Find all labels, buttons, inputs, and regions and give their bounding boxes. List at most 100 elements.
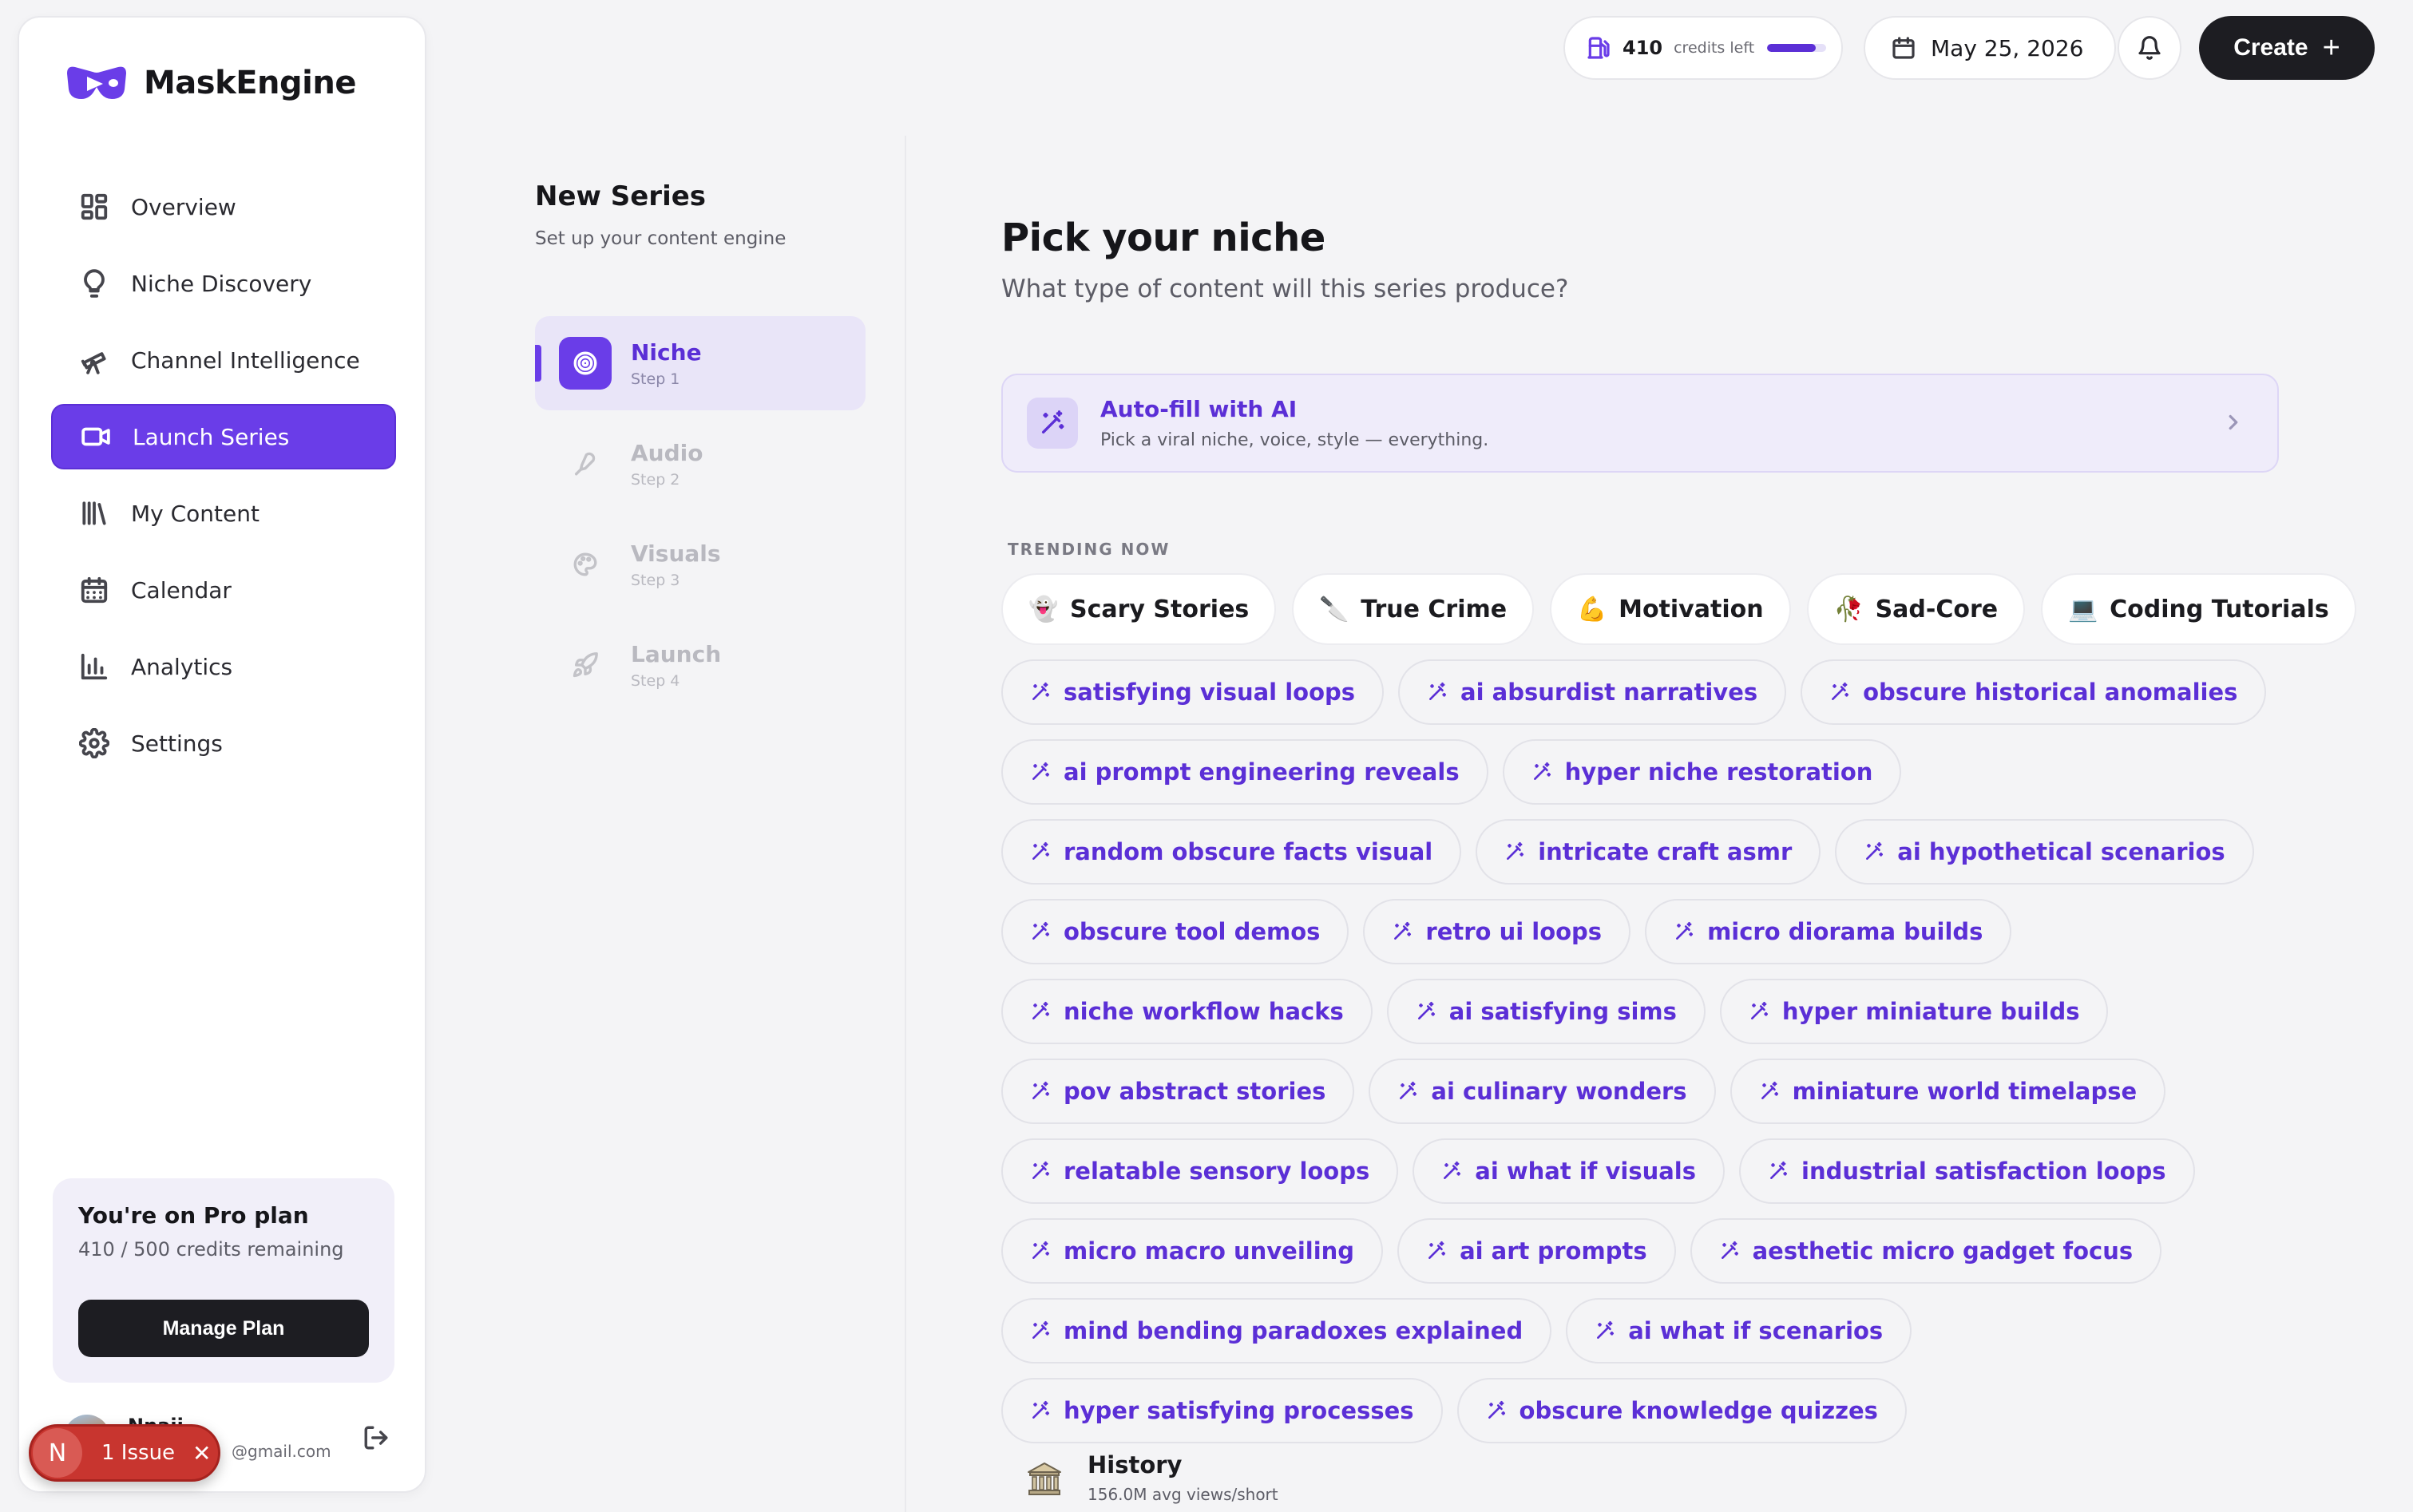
page-title: Pick your niche xyxy=(1001,216,1325,260)
step-niche[interactable]: Niche Step 1 xyxy=(535,316,866,410)
credits-progress xyxy=(1767,44,1827,52)
fuel-icon xyxy=(1587,37,1610,59)
suggestion-chip-label: industrial satisfaction loops xyxy=(1801,1158,2166,1185)
suggestion-chip[interactable]: mind bending paradoxes explained xyxy=(1001,1298,1552,1364)
close-icon[interactable]: ✕ xyxy=(192,1440,211,1466)
trending-chip-label: True Crime xyxy=(1361,595,1508,623)
sidebar-item-label: Analytics xyxy=(131,653,233,680)
magic-wand-icon xyxy=(1032,1161,1050,1179)
notifications-button[interactable] xyxy=(2118,16,2181,80)
suggestion-chip[interactable]: ai absurdist narratives xyxy=(1398,659,1787,725)
suggestion-chip[interactable]: miniature world timelapse xyxy=(1730,1059,2166,1124)
suggestion-chip[interactable]: ai what if visuals xyxy=(1413,1138,1725,1204)
sidebar-item-channel-intelligence[interactable]: Channel Intelligence xyxy=(51,327,396,393)
magic-wand-icon xyxy=(1761,1081,1778,1099)
trending-chip-sad-core[interactable]: 🥀 Sad-Core xyxy=(1806,573,2026,645)
suggestion-chip[interactable]: relatable sensory loops xyxy=(1001,1138,1399,1204)
issue-badge[interactable]: N 1 Issue ✕ xyxy=(29,1424,220,1482)
suggestion-chip[interactable]: ai art prompts xyxy=(1397,1218,1676,1284)
niche-card-history[interactable]: History 156.0M avg views/short xyxy=(1025,1451,1278,1504)
sidebar-item-label: Overview xyxy=(131,193,236,220)
suggestion-chip[interactable]: micro macro unveiling xyxy=(1001,1218,1384,1284)
suggestion-chip[interactable]: ai hypothetical scenarios xyxy=(1835,819,2254,885)
sidebar-item-overview[interactable]: Overview xyxy=(51,174,396,239)
trending-chip-true-crime[interactable]: 🔪 True Crime xyxy=(1292,573,1535,645)
suggestion-chip[interactable]: random obscure facts visual xyxy=(1001,819,1462,885)
sidebar-item-calendar[interactable]: Calendar xyxy=(51,557,396,623)
trending-chip-label: Sad-Core xyxy=(1875,595,1999,623)
suggestion-chip[interactable]: hyper miniature builds xyxy=(1719,979,2109,1044)
bell-icon xyxy=(2138,36,2161,60)
suggestion-chip-label: intricate craft asmr xyxy=(1538,838,1793,865)
step-audio[interactable]: Audio Step 2 xyxy=(535,417,866,511)
autofill-ai-button[interactable]: Auto-fill with AI Pick a viral niche, vo… xyxy=(1001,374,2279,473)
logo[interactable]: MaskEngine xyxy=(62,62,356,104)
lightbulb-icon xyxy=(78,267,110,299)
credits-value: 410 xyxy=(1623,37,1663,59)
magic-wand-icon xyxy=(1032,762,1050,780)
trending-chip-label: Scary Stories xyxy=(1070,595,1250,623)
gear-icon xyxy=(78,727,110,759)
create-button[interactable]: Create + xyxy=(2199,16,2375,80)
suggestion-chip[interactable]: hyper satisfying processes xyxy=(1001,1378,1443,1443)
trending-chip-coding-tutorials[interactable]: 💻 Coding Tutorials xyxy=(2041,573,2356,645)
suggestion-chip[interactable]: ai culinary wonders xyxy=(1369,1059,1716,1124)
magic-wand-icon xyxy=(1400,1081,1417,1099)
trending-chip-motivation[interactable]: 💪 Motivation xyxy=(1550,573,1791,645)
manage-plan-button[interactable]: Manage Plan xyxy=(78,1300,369,1357)
plan-title: You're on Pro plan xyxy=(78,1202,309,1229)
sidebar-item-my-content[interactable]: My Content xyxy=(51,481,396,546)
grid-icon xyxy=(78,191,110,223)
credits-indicator[interactable]: 410 credits left xyxy=(1563,16,1843,80)
suggestion-chip[interactable]: intricate craft asmr xyxy=(1476,819,1821,885)
suggestion-chip-label: hyper miniature builds xyxy=(1781,998,2080,1025)
series-title: New Series xyxy=(535,180,707,212)
magic-wand-icon xyxy=(1866,841,1884,860)
palette-icon xyxy=(559,538,612,591)
suggestion-chip[interactable]: ai satisfying sims xyxy=(1386,979,1706,1044)
suggestion-chip-label: hyper niche restoration xyxy=(1564,758,1873,786)
trending-chip-scary-stories[interactable]: 👻 Scary Stories xyxy=(1001,573,1277,645)
step-visuals[interactable]: Visuals Step 3 xyxy=(535,517,866,612)
sidebar-item-settings[interactable]: Settings xyxy=(51,710,396,776)
suggestion-chip[interactable]: satisfying visual loops xyxy=(1001,659,1385,725)
suggestion-chip-label: ai prompt engineering reveals xyxy=(1064,758,1460,786)
suggestion-chip-label: ai culinary wonders xyxy=(1431,1078,1687,1105)
step-name: Visuals xyxy=(631,540,721,567)
user-email: @gmail.com xyxy=(232,1442,331,1461)
magic-wand-icon xyxy=(1770,1161,1788,1179)
suggestion-chip-label: obscure historical anomalies xyxy=(1863,679,2238,706)
target-icon xyxy=(559,337,612,390)
suggestion-chip[interactable]: obscure knowledge quizzes xyxy=(1456,1378,1907,1443)
sidebar-item-label: Channel Intelligence xyxy=(131,346,360,374)
suggestion-chip-label: ai absurdist narratives xyxy=(1460,679,1758,706)
suggestion-chip[interactable]: ai what if scenarios xyxy=(1566,1298,1912,1364)
magic-wand-icon xyxy=(1032,841,1050,860)
suggestion-chip[interactable]: micro diorama builds xyxy=(1645,899,2012,964)
series-subtitle: Set up your content engine xyxy=(535,228,787,249)
date-value: May 25, 2026 xyxy=(1931,34,2084,61)
suggestion-chip[interactable]: obscure tool demos xyxy=(1001,899,1349,964)
magic-wand-icon xyxy=(1721,1241,1738,1259)
sidebar-item-launch-series[interactable]: Launch Series xyxy=(51,404,396,469)
sidebar-item-niche-discovery[interactable]: Niche Discovery xyxy=(51,251,396,316)
suggestion-chip-label: obscure tool demos xyxy=(1064,918,1321,945)
logout-icon[interactable] xyxy=(363,1424,391,1453)
step-launch[interactable]: Launch Step 4 xyxy=(535,618,866,712)
suggestion-chip-label: mind bending paradoxes explained xyxy=(1064,1317,1523,1344)
knife-icon: 🔪 xyxy=(1319,595,1349,623)
suggestion-chip[interactable]: niche workflow hacks xyxy=(1001,979,1373,1044)
trending-chip-label: Motivation xyxy=(1619,595,1764,623)
suggestion-chip[interactable]: ai prompt engineering reveals xyxy=(1001,739,1488,805)
suggestion-chip[interactable]: hyper niche restoration xyxy=(1502,739,1902,805)
suggestion-chip[interactable]: obscure historical anomalies xyxy=(1801,659,2267,725)
suggestion-chip[interactable]: industrial satisfaction loops xyxy=(1739,1138,2195,1204)
magic-wand-icon xyxy=(1032,1081,1050,1099)
magic-wand-icon xyxy=(1394,921,1412,940)
date-picker[interactable]: May 25, 2026 xyxy=(1864,16,2116,80)
suggestion-chip[interactable]: retro ui loops xyxy=(1363,899,1631,964)
suggestion-chip[interactable]: aesthetic micro gadget focus xyxy=(1690,1218,2162,1284)
suggestion-chip[interactable]: pov abstract stories xyxy=(1001,1059,1355,1124)
sidebar-item-analytics[interactable]: Analytics xyxy=(51,634,396,699)
suggestion-chip-label: niche workflow hacks xyxy=(1064,998,1344,1025)
